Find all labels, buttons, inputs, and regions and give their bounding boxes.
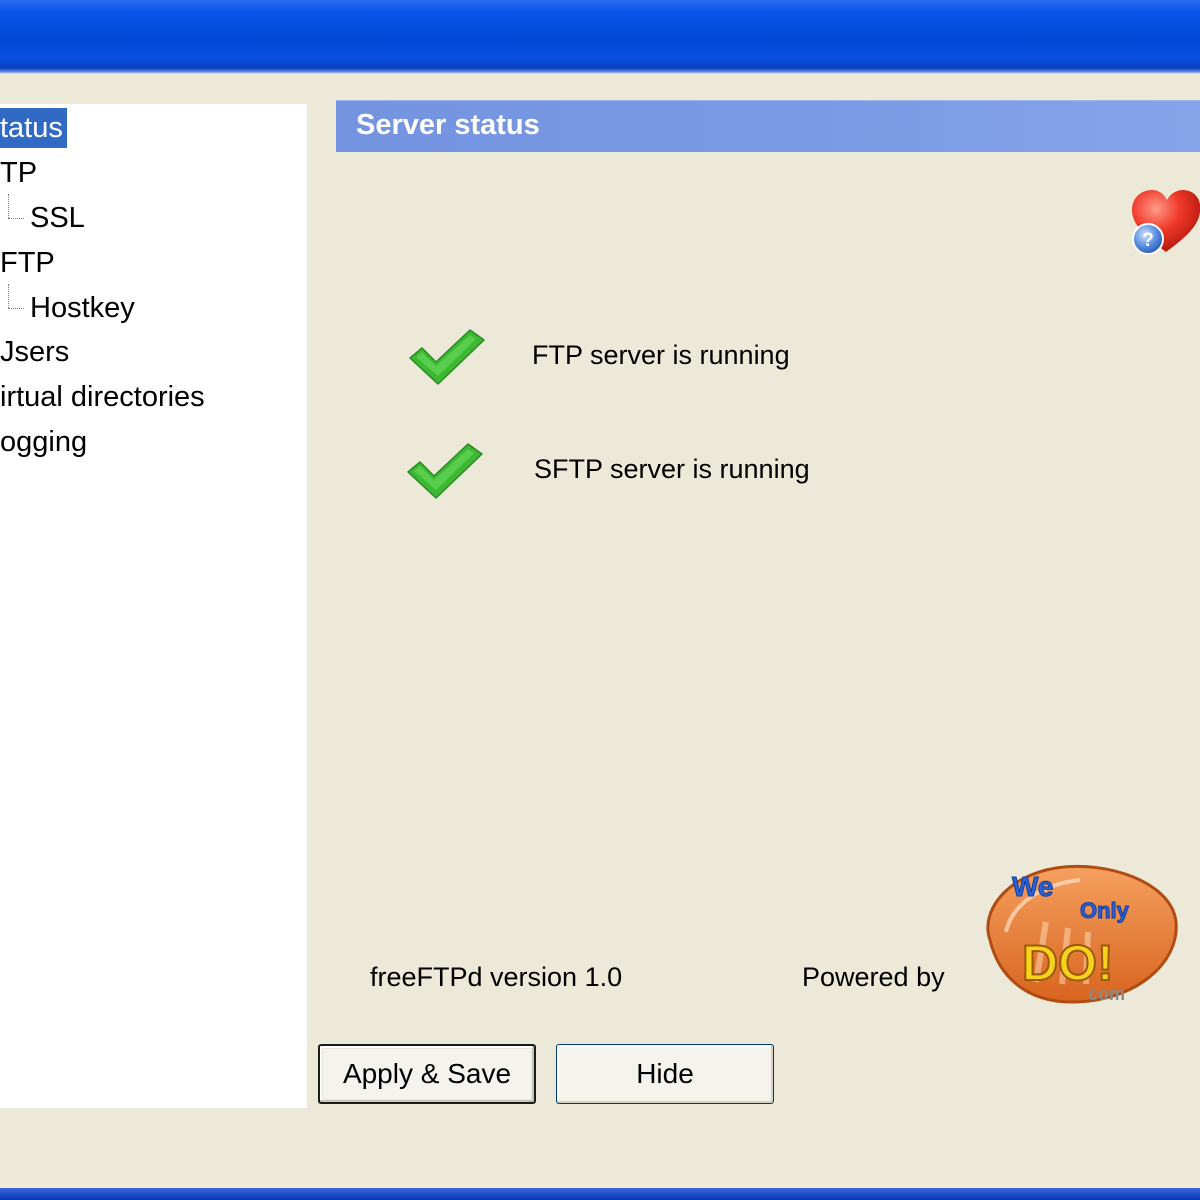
powered-by-text: Powered by xyxy=(802,962,945,992)
check-icon xyxy=(407,443,483,499)
tree-item-status[interactable]: tatus xyxy=(0,108,67,148)
tree-item-hostkey[interactable]: Hostkey xyxy=(30,288,135,328)
sftp-status-text: SFTP server is running xyxy=(534,454,810,484)
tree-connector xyxy=(8,218,24,219)
check-icon xyxy=(409,329,485,385)
tree-item-ssl[interactable]: SSL xyxy=(30,198,85,238)
ftp-status-text: FTP server is running xyxy=(532,340,790,370)
window-bottom-border xyxy=(0,1188,1200,1200)
panel-title: Server status xyxy=(356,109,540,141)
panel-header: Server status xyxy=(336,100,1200,152)
weonlydo-logo[interactable]: We Only DO! com xyxy=(976,862,1182,1008)
settings-tree[interactable]: tatus TP SSL FTP Hostkey Jsers irtual di… xyxy=(0,104,307,1108)
version-text: freeFTPd version 1.0 xyxy=(370,962,623,992)
tree-item-users[interactable]: Jsers xyxy=(0,332,69,372)
logo-text-com: com xyxy=(1088,984,1125,1004)
tree-connector xyxy=(8,284,9,308)
tree-item-ftp[interactable]: TP xyxy=(0,153,37,193)
hide-button[interactable]: Hide xyxy=(556,1044,774,1104)
help-heart-icon[interactable]: ? xyxy=(1126,186,1200,258)
apply-save-button[interactable]: Apply & Save xyxy=(318,1044,536,1104)
logo-text-only: Only xyxy=(1080,898,1130,923)
tree-item-logging[interactable]: ogging xyxy=(0,422,87,462)
window-titlebar[interactable] xyxy=(0,0,1200,68)
svg-text:?: ? xyxy=(1142,230,1154,251)
logo-text-we: We xyxy=(1012,871,1054,902)
tree-item-sftp[interactable]: FTP xyxy=(0,243,55,283)
titlebar-border xyxy=(0,68,1200,74)
tree-item-virtual-directories[interactable]: irtual directories xyxy=(0,377,205,417)
logo-text-do: DO! xyxy=(1022,935,1114,991)
tree-connector xyxy=(8,308,24,309)
tree-connector xyxy=(8,194,9,218)
